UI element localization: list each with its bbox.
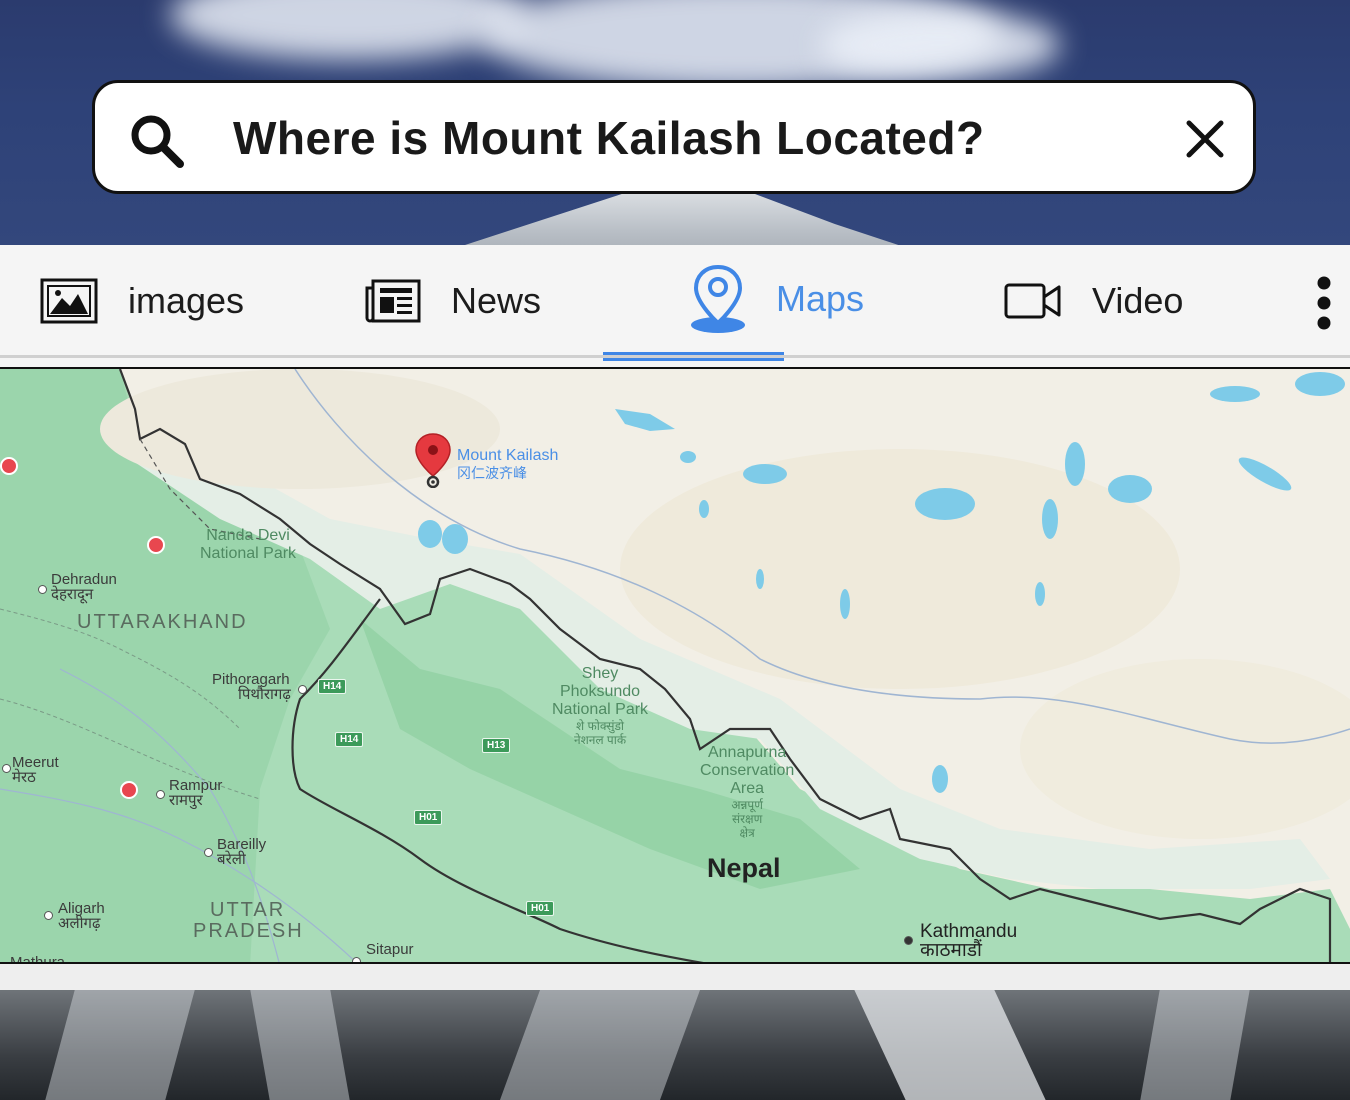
park-label-annapurna: Annapurna Conservation Area अन्नपूर्ण संरक्… <box>700 744 795 840</box>
map-terrain <box>0 369 1350 962</box>
city-label-meerut: Meerut मेरठ <box>12 754 59 786</box>
country-label-nepal: Nepal <box>707 853 781 883</box>
tab-label: images <box>128 280 245 321</box>
image-icon <box>40 278 98 324</box>
region-label-uttar: UTTAR <box>210 899 286 921</box>
map-marker-pin-icon[interactable] <box>413 432 453 488</box>
search-bar[interactable]: Where is Mount Kailash Located? <box>92 80 1256 194</box>
road-shield: H13 <box>482 738 511 753</box>
search-input[interactable]: Where is Mount Kailash Located? <box>233 111 985 165</box>
poi-marker-icon[interactable] <box>147 536 165 554</box>
newspaper-icon <box>365 279 421 323</box>
location-pin-icon <box>691 264 745 333</box>
more-vertical-icon[interactable] <box>1312 275 1336 331</box>
poi-marker-icon[interactable] <box>0 457 18 475</box>
search-tabs-bar: images News Maps Video <box>0 245 1350 367</box>
search-icon <box>131 115 184 168</box>
tab-video[interactable]: Video <box>1004 265 1183 337</box>
city-marker <box>204 848 213 857</box>
park-label-shey-phoksundo: Shey Phoksundo National Park शे फोक्सुंडो न… <box>552 665 649 747</box>
tab-label: Maps <box>776 278 865 319</box>
city-label-rampur: Rampur रामपुर <box>169 777 223 809</box>
tab-label: News <box>451 280 542 321</box>
city-marker <box>298 685 307 694</box>
video-camera-icon <box>1004 283 1061 319</box>
tab-images[interactable]: images <box>40 265 244 337</box>
marker-label-local: 冈仁波齐峰 <box>457 465 527 481</box>
city-marker <box>38 585 47 594</box>
city-label-bareilly: Bareilly बरेली <box>217 836 267 868</box>
road-shield: H01 <box>526 901 555 916</box>
region-label-pradesh: PRADESH <box>193 920 304 942</box>
city-label-mathura: Mathura <box>10 954 66 964</box>
road-shield: H01 <box>414 810 443 825</box>
city-label-aligarh: Aligarh अलीगढ़ <box>58 900 105 932</box>
tab-news[interactable]: News <box>365 265 541 337</box>
city-marker <box>156 790 165 799</box>
background-photo-rock <box>0 990 1350 1100</box>
park-label-nanda-devi: Nanda Devi National Park <box>200 527 297 562</box>
city-marker <box>904 936 913 945</box>
tab-label: Video <box>1092 280 1184 321</box>
map-view[interactable]: Mount Kailash 冈仁波齐峰 Nanda Devi National P… <box>0 367 1350 964</box>
region-label-uttarakhand: UTTARAKHAND <box>77 611 248 633</box>
tab-maps[interactable]: Maps <box>690 263 864 335</box>
marker-label[interactable]: Mount Kailash <box>457 448 558 464</box>
road-shield: H14 <box>335 732 364 747</box>
poi-marker-icon[interactable] <box>120 781 138 799</box>
map-bottom-strip <box>0 964 1350 990</box>
city-label-sitapur: Sitapur <box>366 941 414 958</box>
city-label-pithoragarh: Pithoragarh पिथौरागढ़ <box>212 671 291 703</box>
close-icon[interactable] <box>1183 117 1227 161</box>
city-label-dehradun: Dehradun देहरादून <box>51 571 117 603</box>
tab-divider <box>0 355 1350 358</box>
city-marker <box>352 957 361 962</box>
city-marker <box>44 911 53 920</box>
city-marker <box>2 764 11 773</box>
city-label-kathmandu: Kathmandu काठमाडौं <box>920 921 1018 961</box>
road-shield: H14 <box>318 679 347 694</box>
